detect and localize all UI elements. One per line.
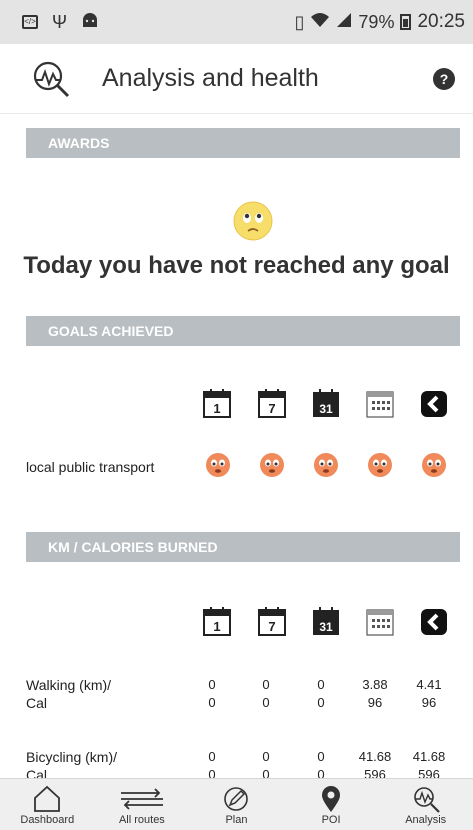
year-calendar-icon [366,606,394,636]
total-back-icon [420,606,448,636]
tab-poi[interactable]: POI [284,779,379,830]
help-icon[interactable]: ? [433,67,455,90]
svg-text:7: 7 [268,619,275,634]
svg-text:1: 1 [213,401,220,416]
pin-icon [322,786,341,812]
page-title: Analysis and health [102,64,319,92]
walking-total-value: 4.41 96 [416,677,442,710]
walking-year-value: 3.88 96 [362,677,388,710]
walking-month-value: 00 [317,677,325,710]
clock: 20:25 [417,11,465,32]
tab-dashboard[interactable]: Dashboard [0,779,95,830]
tab-plan[interactable]: Plan [189,779,284,830]
bicycling-total-value: 41.68 596 [412,749,446,778]
bicycling-week-value: 00 [262,749,270,778]
goals-period-icons: 1 7 31 [0,388,473,420]
walking-cal-label: Cal [26,695,48,711]
week-calendar-icon: 7 [258,388,286,418]
tab-all-routes[interactable]: All routes [95,779,190,830]
goals-section-header: GOALS ACHIEVED [26,316,460,346]
bicycling-month-value: 00 [317,749,325,778]
tab-poi-label: POI [321,814,341,826]
wifi-icon [310,12,330,33]
battery-charging-icon [400,14,412,30]
android-icon [81,12,99,33]
bicycling-year-value: 41.68 596 [358,749,392,778]
not-achieved-face-icon [206,453,230,477]
km-period-icons: 1 7 31 [0,606,473,638]
day-calendar-icon: 1 [203,388,231,418]
tab-plan-label: Plan [225,814,248,826]
analysis-icon [413,787,440,813]
km-calories-section-header: KM / CALORIES BURNED [26,532,460,562]
year-calendar-icon [366,388,394,418]
tab-dashboard-label: Dashboard [20,814,75,826]
signal-icon [336,12,352,33]
tab-analysis-label: Analysis [405,814,447,826]
battery-percent: 79% [358,11,395,32]
sad-face-icon [233,201,273,241]
svg-text:31: 31 [319,620,333,634]
vibrate-icon: ▯ [294,11,305,32]
routes-icon [120,788,163,810]
app-bar: Analysis and health ? [0,44,473,114]
not-achieved-face-icon [422,453,446,477]
day-calendar-icon: 1 [203,606,231,636]
month-calendar-icon: 31 [312,388,340,418]
main-content[interactable]: AWARDS Today you have not reached any go… [0,116,473,778]
svg-text:7: 7 [268,401,275,416]
walking-day-value: 00 [208,677,216,710]
usb-icon: Ψ [52,11,68,32]
pencil-circle-icon [224,787,249,811]
bicycling-km-label: Bicycling (km)/ [26,749,118,765]
bicycling-day-value: 00 [208,749,216,778]
goal-row-label: local public transport [26,459,155,475]
walking-row-label: Walking (km)/ Cal [26,676,111,712]
not-achieved-face-icon [368,453,392,477]
walking-km-label: Walking (km)/ [26,677,112,693]
bicycling-row-label: Bicycling (km)/ Cal [26,748,117,778]
month-calendar-icon: 31 [312,606,340,636]
svg-text:1: 1 [213,619,220,634]
tab-all-routes-label: All routes [118,814,165,826]
not-achieved-face-icon [314,453,338,477]
analysis-logo-icon[interactable] [30,58,72,100]
house-icon [34,785,61,812]
week-calendar-icon: 7 [258,606,286,636]
tab-analysis[interactable]: Analysis [378,779,473,830]
no-goal-message: Today you have not reached any goal [23,252,450,279]
bicycling-cal-label: Cal [26,767,48,778]
status-bar: </> Ψ ▯ 79% 20:25 [0,0,473,44]
awards-section-header: AWARDS [26,128,460,158]
bottom-nav: Dashboard All routes Plan POI Analysis [0,778,473,830]
svg-text:31: 31 [319,402,333,416]
not-achieved-face-icon [260,453,284,477]
total-back-icon [420,388,448,418]
walking-week-value: 00 [262,677,270,710]
code-icon: </> [22,15,38,29]
